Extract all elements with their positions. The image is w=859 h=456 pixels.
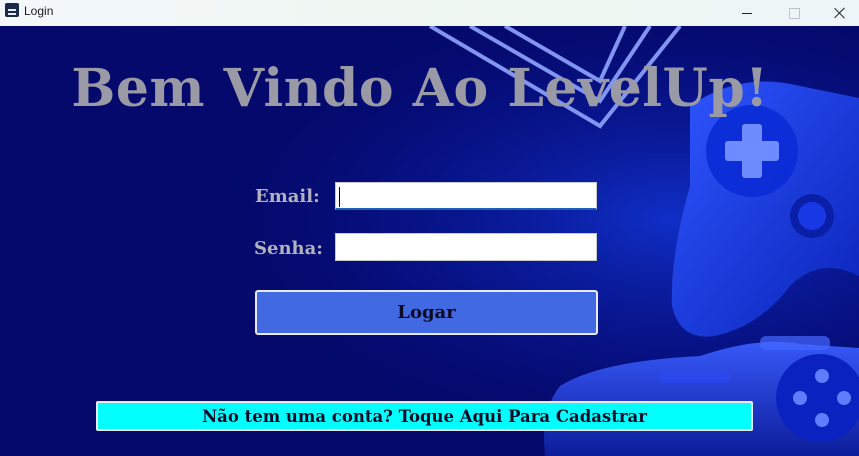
maximize-icon bbox=[788, 7, 800, 19]
email-label: Email: bbox=[255, 186, 320, 207]
password-field[interactable] bbox=[335, 233, 597, 261]
close-button[interactable] bbox=[817, 0, 859, 26]
password-label: Senha: bbox=[254, 238, 323, 259]
app-window-icon bbox=[5, 3, 19, 17]
maximize-button[interactable] bbox=[771, 0, 817, 26]
window-title: Login bbox=[24, 4, 54, 18]
login-panel: Bem Vindo Ao LevelUp! Email: Senha: Loga… bbox=[0, 26, 859, 456]
minimize-button[interactable] bbox=[724, 0, 770, 26]
login-button[interactable]: Logar bbox=[255, 290, 598, 335]
email-field[interactable] bbox=[335, 182, 597, 210]
title-bar: Login bbox=[0, 0, 859, 26]
minimize-icon bbox=[742, 12, 752, 14]
close-icon bbox=[834, 7, 846, 19]
welcome-headline: Bem Vindo Ao LevelUp! bbox=[71, 58, 769, 119]
text-caret bbox=[339, 187, 340, 207]
signup-link-button[interactable]: Não tem uma conta? Toque Aqui Para Cadas… bbox=[96, 401, 753, 431]
